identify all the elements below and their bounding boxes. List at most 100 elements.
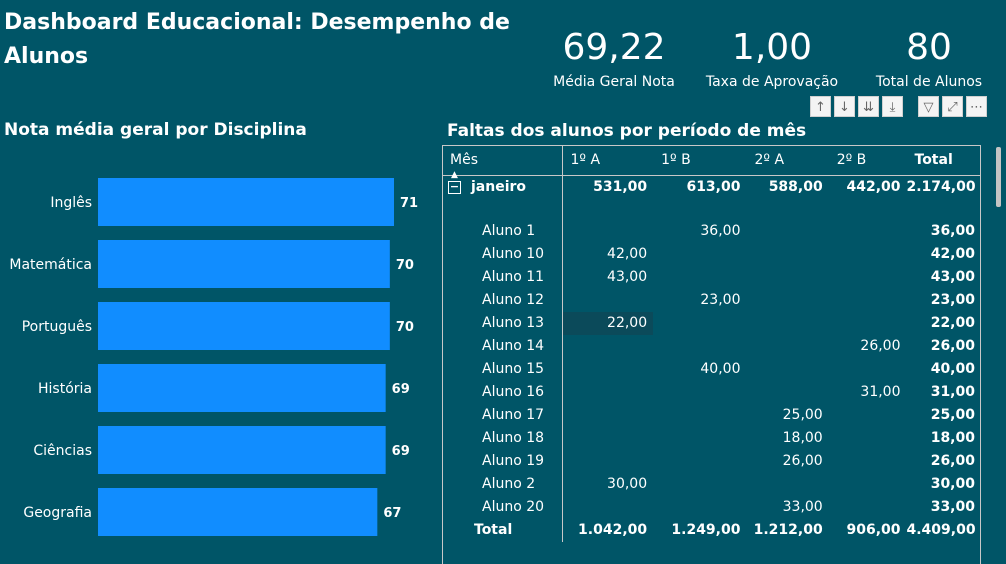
table-row[interactable]: Aluno 10 42,00 42,00: [442, 243, 981, 266]
table-row[interactable]: Aluno 15 40,00 40,00: [442, 358, 981, 381]
bar[interactable]: [98, 302, 390, 350]
row-label: Aluno 1: [442, 220, 563, 243]
matrix-cell: [562, 427, 653, 450]
row-label: Aluno 20: [442, 496, 563, 519]
matrix-scrollbar[interactable]: [996, 147, 1001, 207]
matrix-cell: [746, 312, 828, 335]
matrix-cell: [829, 427, 907, 450]
table-row[interactable]: Aluno 11 43,00 43,00: [442, 266, 981, 289]
bar[interactable]: [98, 240, 390, 288]
column-header-2b[interactable]: 2º B: [829, 145, 907, 176]
category-label: Português: [22, 319, 92, 335]
matrix-cell: 2.174,00: [906, 179, 976, 195]
matrix-cell: 25,00: [930, 407, 975, 423]
matrix-cell: [829, 289, 907, 312]
data-label: 67: [383, 506, 401, 521]
matrix-cell: [562, 358, 653, 381]
table-row[interactable]: Aluno 19 26,00 26,00: [442, 450, 981, 473]
column-header-1b[interactable]: 1º B: [653, 145, 746, 176]
row-label: Aluno 12: [442, 289, 563, 312]
matrix-cell: [829, 312, 907, 335]
matrix-cell: 36,00: [700, 223, 741, 239]
group-name: janeiro: [471, 179, 527, 195]
table-row[interactable]: Aluno 18 18,00 18,00: [442, 427, 981, 450]
kpi-value: 1,00: [731, 27, 813, 68]
matrix-cell: [653, 312, 746, 335]
column-header-1a[interactable]: 1º A: [562, 145, 653, 176]
matrix-cell: 33,00: [930, 499, 975, 515]
data-label: 70: [396, 258, 414, 273]
matrix-cell: [653, 381, 746, 404]
matrix-cell: [746, 335, 828, 358]
table-row[interactable]: Aluno 13 22,00 22,00: [442, 312, 981, 335]
kpi-taxa-aprovacao: 1,00 Taxa de Aprovação: [700, 26, 844, 90]
matrix-cell: 588,00: [768, 179, 823, 195]
matrix-cell: [746, 381, 828, 404]
sort-ascending-icon[interactable]: ▲: [451, 170, 458, 180]
matrix-cell: [653, 473, 746, 496]
column-header-2a[interactable]: 2º A: [746, 145, 828, 176]
table-row[interactable]: Aluno 14 26,00 26,00: [442, 335, 981, 358]
visual-header-toolbar: ↑ ↓ ⇊ ⤓ ▽ ⤢ ⋯: [810, 96, 987, 117]
row-label: Aluno 2: [442, 473, 563, 496]
matrix-cell: [829, 496, 907, 519]
matrix-cell: [829, 243, 907, 266]
row-label: Aluno 19: [442, 450, 563, 473]
matrix-cell: 613,00: [686, 179, 741, 195]
column-header-mes[interactable]: Mês: [442, 145, 563, 176]
matrix-cell: 18,00: [782, 430, 823, 446]
row-label: Aluno 15: [442, 358, 563, 381]
matrix-cell: [653, 243, 746, 266]
group-row-janeiro: − janeiro 531,00 613,00 588,00 442,00 2.1…: [442, 175, 981, 220]
filter-icon[interactable]: ▽: [918, 96, 939, 117]
expand-hierarchy-icon[interactable]: ⤓: [882, 96, 903, 117]
bar[interactable]: [98, 364, 386, 412]
kpi-total-alunos: 80 Total de Alunos: [870, 26, 988, 90]
matrix-cell: [562, 381, 653, 404]
absence-matrix: Mês 1º A 1º B 2º A 2º B Total − janeiro 5…: [442, 145, 981, 564]
column-header-total[interactable]: Total: [907, 145, 982, 176]
category-label: Matemática: [9, 257, 92, 273]
collapse-icon[interactable]: −: [448, 180, 461, 194]
bar[interactable]: [98, 426, 386, 474]
bar[interactable]: [98, 178, 394, 226]
matrix-cell: 18,00: [930, 430, 975, 446]
matrix-cell: 22,00: [562, 312, 654, 335]
focus-mode-icon[interactable]: ⤢: [942, 96, 963, 117]
matrix-cell: 26,00: [782, 453, 823, 469]
bar[interactable]: [98, 488, 378, 536]
matrix-cell: 26,00: [930, 453, 975, 469]
category-label: Geografia: [23, 505, 92, 521]
matrix-cell: 23,00: [700, 292, 741, 308]
matrix-cell: [653, 266, 746, 289]
more-options-icon[interactable]: ⋯: [966, 96, 987, 117]
matrix-cell: [562, 289, 653, 312]
matrix-cell: 43,00: [607, 269, 648, 285]
matrix-cell: 42,00: [930, 246, 975, 262]
table-row[interactable]: Aluno 16 31,00 31,00: [442, 381, 981, 404]
total-label: Total: [442, 519, 563, 542]
expand-next-level-icon[interactable]: ⇊: [858, 96, 879, 117]
matrix-cell: 30,00: [930, 476, 975, 492]
table-row[interactable]: Aluno 2 30,00 30,00: [442, 473, 981, 496]
matrix-cell: 26,00: [930, 338, 975, 354]
drill-down-icon[interactable]: ↓: [834, 96, 855, 117]
dashboard-title: Dashboard Educacional: Desempenho de Alu…: [4, 10, 510, 69]
table-row[interactable]: Aluno 1 36,00 36,00: [442, 220, 981, 243]
matrix-cell: [746, 289, 828, 312]
row-label: Aluno 11: [442, 266, 563, 289]
matrix-cell: 31,00: [930, 384, 975, 400]
table-row[interactable]: Aluno 12 23,00 23,00: [442, 289, 981, 312]
table-row[interactable]: Aluno 20 33,00 33,00: [442, 496, 981, 519]
total-cell: 4.409,00: [906, 522, 976, 538]
group-label[interactable]: − janeiro: [442, 175, 563, 220]
table-row[interactable]: Aluno 17 25,00 25,00: [442, 404, 981, 427]
matrix-cell: 22,00: [930, 315, 975, 331]
matrix-cell: 43,00: [930, 269, 975, 285]
matrix-cell: 23,00: [930, 292, 975, 308]
matrix-cell: [653, 427, 746, 450]
matrix-cell: [653, 496, 746, 519]
drill-up-icon[interactable]: ↑: [810, 96, 831, 117]
matrix-cell: [829, 473, 907, 496]
total-cell: 1.042,00: [578, 522, 648, 538]
